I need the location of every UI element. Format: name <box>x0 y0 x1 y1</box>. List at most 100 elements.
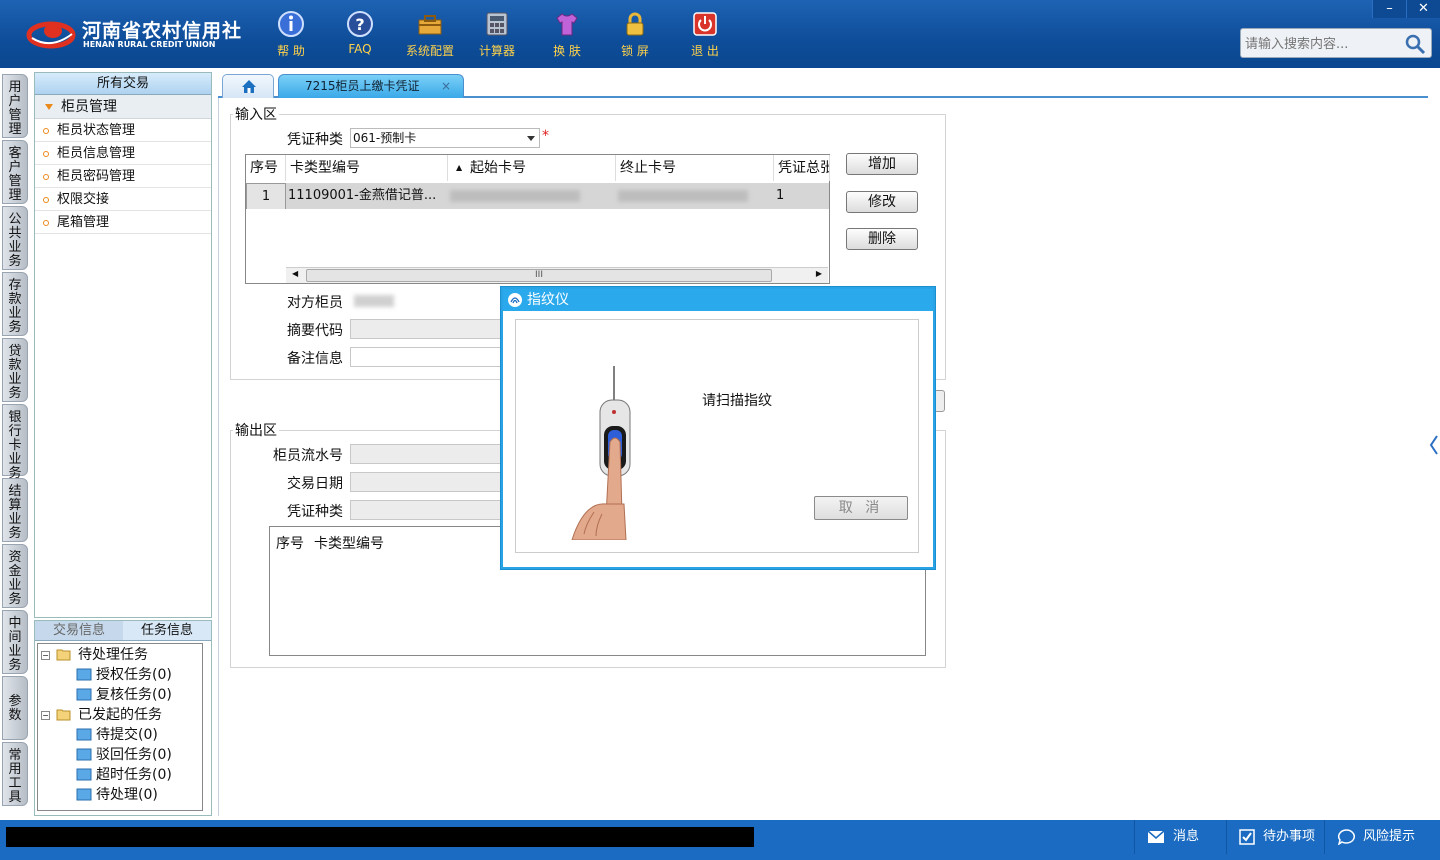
add-button[interactable]: 增加 <box>846 153 918 175</box>
delete-button[interactable]: 删除 <box>846 228 918 250</box>
nav-item-cash-box[interactable]: 尾箱管理 <box>35 211 211 234</box>
search-icon[interactable] <box>1403 32 1427 56</box>
vtab-fund-business[interactable]: 资金业务 <box>2 544 28 608</box>
tree-node-timeout[interactable]: 超时任务(0) <box>38 765 202 785</box>
help-button[interactable]: 帮 助 <box>256 6 326 64</box>
search-input[interactable] <box>1245 34 1405 54</box>
logo: 河南省农村信用社 HENAN RURAL CREDIT UNION <box>22 12 242 56</box>
scroll-right-icon[interactable]: ▶ <box>816 269 822 278</box>
lock-screen-button[interactable]: 锁 屏 <box>600 6 670 64</box>
bullet-icon <box>43 196 49 203</box>
lock-screen-label: 锁 屏 <box>621 44 649 58</box>
counterpart-teller-input[interactable] <box>350 291 510 311</box>
dialog-cancel-button[interactable]: 取 消 <box>814 496 908 520</box>
system-config-button[interactable]: 系统配置 <box>395 6 465 64</box>
vtab-customer-management[interactable]: 客户管理 <box>2 140 28 204</box>
fingerprint-scanner-image <box>571 366 631 540</box>
hidden-button-edge[interactable] <box>935 390 945 412</box>
tab-task-info[interactable]: 任务信息 <box>123 621 211 640</box>
search-box <box>1240 28 1432 58</box>
vtab-settlement-business[interactable]: 结算业务 <box>2 478 28 542</box>
remark-input[interactable] <box>350 347 510 367</box>
tab-7215-teller-card-voucher[interactable]: 7215柜员上缴卡凭证 × <box>278 74 464 98</box>
todo-button[interactable]: 待办事项 <box>1226 820 1324 854</box>
scroll-thumb[interactable]: III <box>306 269 772 282</box>
folder-open-icon <box>56 709 71 721</box>
nav-group-teller-management[interactable]: 柜员管理 <box>35 95 211 119</box>
table-row[interactable]: 1 11109001-金燕借记普... 1 <box>246 183 829 209</box>
edit-button[interactable]: 修改 <box>846 191 918 213</box>
exit-button[interactable]: 退 出 <box>670 6 740 64</box>
tab-label: 7215柜员上缴卡凭证 <box>305 79 420 93</box>
dialog-title: 指纹仪 <box>527 292 569 308</box>
vtab-loan-business[interactable]: 贷款业务 <box>2 338 28 402</box>
row-total: 1 <box>776 188 785 203</box>
change-skin-button[interactable]: 换 肤 <box>532 6 602 64</box>
nav-item-teller-password[interactable]: 柜员密码管理 <box>35 165 211 188</box>
panel-expand-arrow-icon[interactable] <box>1429 420 1440 470</box>
vtab-common-tools[interactable]: 常用工具 <box>2 742 28 806</box>
dialog-message: 请扫描指纹 <box>702 393 772 409</box>
vtab-user-management[interactable]: 用户管理 <box>2 74 28 138</box>
nav-item-permission-handover[interactable]: 权限交接 <box>35 188 211 211</box>
nav-item-label: 柜员密码管理 <box>57 169 136 184</box>
scroll-left-icon[interactable]: ◀ <box>292 269 298 278</box>
dropdown-arrow-icon <box>527 136 535 141</box>
tree-node-to-process[interactable]: 待处理(0) <box>38 785 202 805</box>
input-area-title: 输入区 <box>233 104 279 124</box>
todo-label: 待办事项 <box>1263 829 1316 844</box>
out-col-header-seq[interactable]: 序号 <box>276 533 304 553</box>
tree-label: 待提交(0) <box>96 727 158 743</box>
tab-transaction-info[interactable]: 交易信息 <box>35 621 123 640</box>
masked-card-number <box>450 189 580 202</box>
risk-tips-button[interactable]: 风险提示 <box>1324 820 1440 854</box>
col-header-card-type[interactable]: 卡类型编号 <box>286 155 448 181</box>
vtab-parameters[interactable]: 参数 <box>2 676 28 740</box>
mail-icon <box>1147 829 1165 843</box>
row-end-card <box>618 183 748 209</box>
voucher-type-select[interactable]: 061-预制卡 <box>350 128 540 148</box>
calculator-button[interactable]: 计算器 <box>462 6 532 64</box>
trade-date-input[interactable] <box>350 472 510 492</box>
tree-node-rejected[interactable]: 驳回任务(0) <box>38 745 202 765</box>
dialog-body: 请扫描指纹 取 消 <box>515 319 919 553</box>
tree-node-initiated[interactable]: − 已发起的任务 <box>38 705 202 725</box>
output-voucher-type-label: 凭证种类 <box>287 504 343 520</box>
home-icon <box>242 80 256 93</box>
exit-label: 退 出 <box>691 44 719 58</box>
tab-close-icon[interactable]: × <box>441 75 451 97</box>
vtab-public-business[interactable]: 公共业务 <box>2 206 28 270</box>
vtab-intermediary-business[interactable]: 中间业务 <box>2 610 28 674</box>
vertical-tab-strip: 用户管理 客户管理 公共业务 存款业务 贷款业务 银行卡业务 结算业务 资金业务… <box>0 70 30 810</box>
vtab-deposit-business[interactable]: 存款业务 <box>2 272 28 336</box>
faq-button[interactable]: ? FAQ <box>325 6 395 64</box>
tree-node-to-submit[interactable]: 待提交(0) <box>38 725 202 745</box>
col-header-seq[interactable]: 序号 <box>246 155 286 181</box>
collapse-icon[interactable]: − <box>41 711 50 720</box>
col-header-total[interactable]: 凭证总张 <box>774 155 830 181</box>
task-icon <box>76 748 92 761</box>
vtab-bank-card-business[interactable]: 银行卡业务 <box>2 404 28 481</box>
teller-serial-input[interactable] <box>350 444 510 464</box>
close-window-button[interactable]: ✕ <box>1406 0 1440 18</box>
tree-node-review[interactable]: 复核任务(0) <box>38 685 202 705</box>
summary-code-input[interactable] <box>350 319 510 339</box>
collapse-icon[interactable]: − <box>41 651 50 660</box>
nav-item-teller-status[interactable]: 柜员状态管理 <box>35 119 211 142</box>
horizontal-scrollbar[interactable]: ◀ III ▶ <box>286 267 828 283</box>
minimize-button[interactable]: – <box>1372 0 1406 18</box>
tree-node-pending[interactable]: − 待处理任务 <box>38 645 202 665</box>
tree-node-authorize[interactable]: 授权任务(0) <box>38 665 202 685</box>
col-header-end-card[interactable]: 终止卡号 <box>616 155 774 181</box>
tree-label: 复核任务(0) <box>96 687 172 703</box>
messages-button[interactable]: 消息 <box>1134 820 1226 854</box>
nav-item-teller-info[interactable]: 柜员信息管理 <box>35 142 211 165</box>
folder-open-icon <box>56 649 71 661</box>
output-voucher-type-input[interactable] <box>350 500 510 520</box>
masked-card-number <box>618 189 748 202</box>
out-col-header-card-type[interactable]: 卡类型编号 <box>314 533 384 553</box>
status-bar: 消息 待办事项 风险提示 <box>0 820 1440 860</box>
tab-home[interactable] <box>222 74 274 98</box>
col-header-start-card[interactable]: ▲ 起始卡号 <box>448 155 616 181</box>
tree-label: 授权任务(0) <box>96 667 172 683</box>
